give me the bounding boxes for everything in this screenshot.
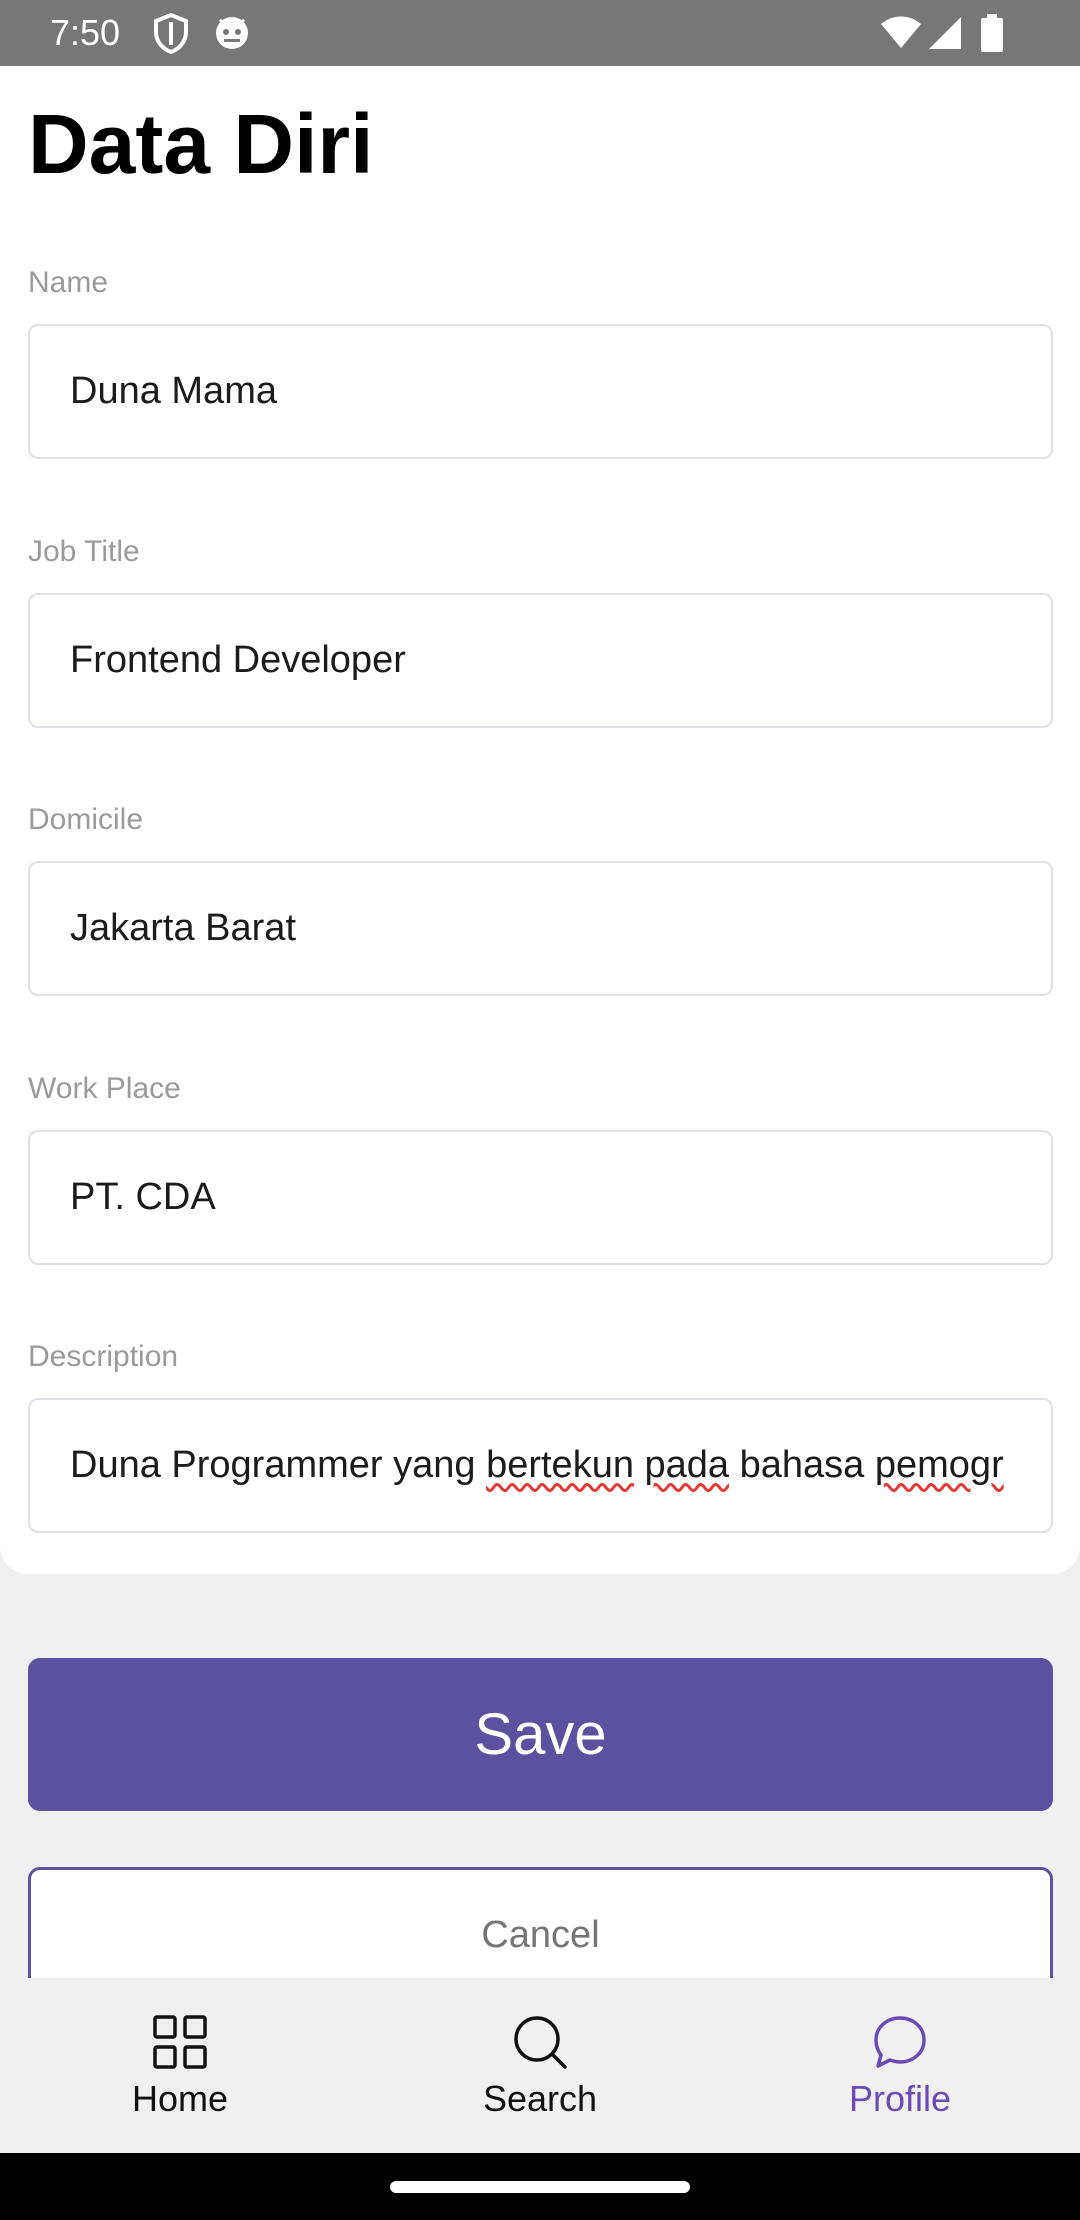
home-gesture-handle[interactable] [390,2181,690,2193]
nav-label-home: Home [131,2078,229,2119]
nav-label-search: Search [482,2078,598,2119]
profile-form-card: Data Diri Name Duna Mama Job Title Front… [0,66,1080,1574]
robot-face-icon [212,12,252,52]
battery-icon [980,14,1004,52]
description-text [634,1444,645,1486]
page-title: Data Diri [28,97,374,191]
misspelled-word: pemogr [874,1444,1004,1486]
cancel-button-label: Cancel [481,1914,600,1956]
work-place-input[interactable]: PT. CDA [70,1132,1042,1263]
shield-icon [152,12,190,54]
domicile-input[interactable]: Jakarta Barat [70,863,1042,994]
save-button[interactable]: Save [28,1658,1053,1811]
nav-item-home[interactable]: Home [0,1978,360,2153]
bottom-navigation: Home Search Profile [0,1978,1080,2153]
work-place-label: Work Place [28,1072,181,1105]
domicile-field[interactable]: Jakarta Barat [28,861,1053,996]
description-field[interactable]: Duna Programmer yang bertekun pada bahas… [28,1398,1053,1533]
search-icon [512,2014,568,2070]
status-bar: 7:50 [0,0,1080,66]
status-time: 7:50 [50,12,121,53]
name-label: Name [28,266,109,299]
misspelled-word: pada [644,1444,730,1486]
job-title-input[interactable]: Frontend Developer [70,595,1042,726]
description-input[interactable]: Duna Programmer yang bertekun pada bahas… [70,1400,1042,1531]
nav-label-profile: Profile [848,2078,952,2119]
grid-icon [152,2014,208,2070]
job-title-label: Job Title [28,535,140,568]
name-input[interactable]: Duna Mama [70,326,1042,457]
job-title-field[interactable]: Frontend Developer [28,593,1053,728]
domicile-label: Domicile [28,803,144,836]
nav-item-search[interactable]: Search [360,1978,720,2153]
nav-item-profile[interactable]: Profile [720,1978,1080,2153]
chat-bubble-icon [872,2014,928,2070]
name-field[interactable]: Duna Mama [28,324,1053,459]
description-label: Description [28,1340,179,1373]
description-text: bahasa [729,1444,875,1486]
wifi-icon [880,16,922,50]
work-place-field[interactable]: PT. CDA [28,1130,1053,1265]
system-gesture-bar [0,2153,1080,2220]
cellular-signal-icon [928,16,962,50]
misspelled-word: bertekun [486,1444,634,1486]
description-text: Duna Programmer yang [70,1444,487,1486]
